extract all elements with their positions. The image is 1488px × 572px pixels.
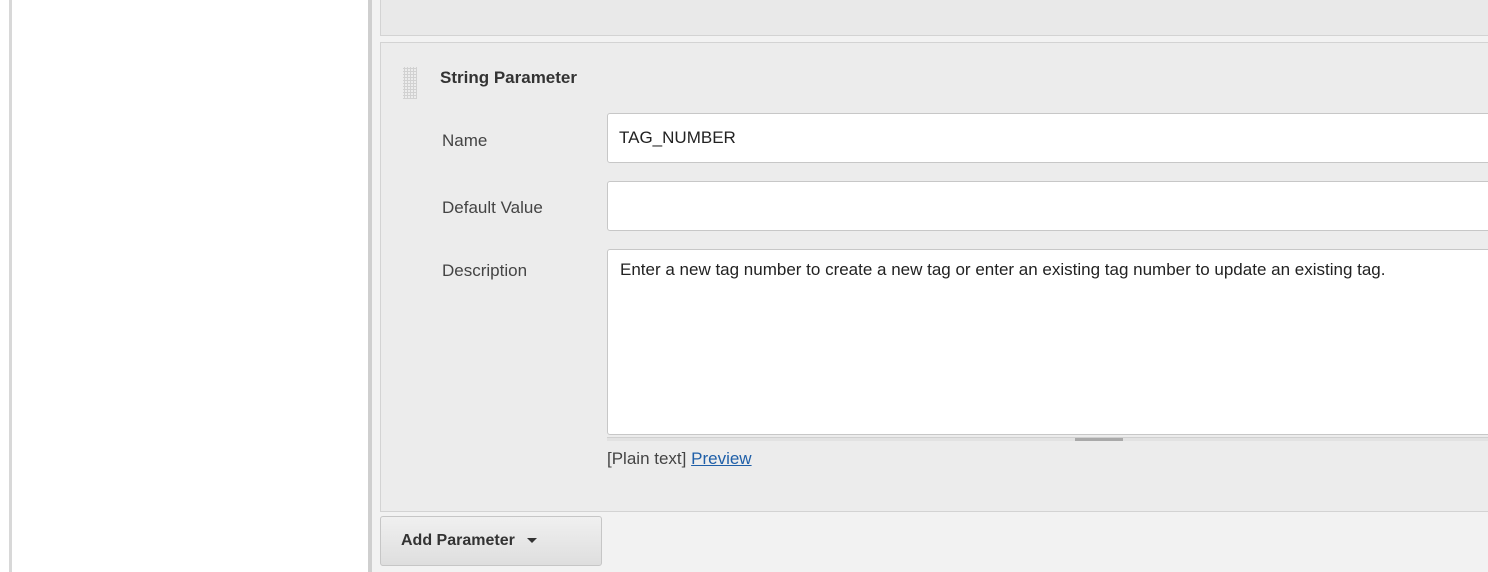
add-parameter-label: Add Parameter — [401, 532, 515, 549]
description-label: Description — [442, 261, 528, 280]
left-sidebar-area — [0, 0, 368, 572]
resize-grip-icon[interactable] — [1075, 438, 1123, 441]
previous-parameter-block — [380, 0, 1488, 36]
preview-link[interactable]: Preview — [691, 449, 751, 468]
parameter-type-title: String Parameter — [440, 68, 577, 87]
string-parameter-block: String Parameter Name Default Value Desc… — [380, 42, 1488, 512]
name-input[interactable] — [607, 113, 1488, 163]
add-parameter-button[interactable]: Add Parameter — [380, 516, 602, 566]
plain-text-label: [Plain text] — [607, 449, 687, 468]
default-value-label: Default Value — [442, 198, 543, 217]
build-parameters-panel: String Parameter Name Default Value Desc… — [372, 0, 1488, 572]
drag-handle-icon[interactable] — [403, 67, 417, 99]
textarea-resize-bar[interactable] — [607, 437, 1488, 441]
markup-preview-row: [Plain text] Preview — [607, 449, 752, 469]
sidebar-divider — [9, 0, 12, 572]
default-value-input[interactable] — [607, 181, 1488, 231]
chevron-down-icon — [526, 538, 537, 544]
description-textarea[interactable]: Enter a new tag number to create a new t… — [607, 249, 1488, 435]
description-text: Enter a new tag number to create a new t… — [620, 260, 1386, 279]
name-label: Name — [442, 131, 488, 150]
